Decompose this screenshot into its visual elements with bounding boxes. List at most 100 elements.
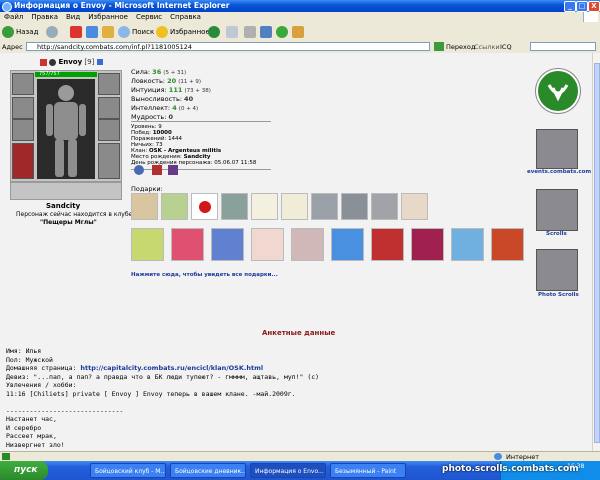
vertical-scrollbar[interactable] bbox=[592, 53, 600, 451]
gift-item[interactable] bbox=[311, 193, 338, 220]
badge-icon[interactable] bbox=[134, 165, 144, 175]
weapon-slot[interactable] bbox=[12, 119, 34, 141]
info-panel: Уровень: 9 Побед: 10000 Поражений: 1444 … bbox=[131, 124, 291, 166]
gloves-slot[interactable] bbox=[98, 73, 120, 95]
mail-button[interactable] bbox=[226, 25, 240, 39]
gift-item[interactable] bbox=[341, 193, 368, 220]
gift-item[interactable] bbox=[221, 193, 248, 220]
avatar-silhouette-icon bbox=[46, 85, 86, 177]
toolbar-search-input[interactable] bbox=[530, 42, 596, 51]
scroll-thumb[interactable] bbox=[594, 63, 600, 443]
gift-item[interactable] bbox=[131, 193, 158, 220]
gift-item[interactable] bbox=[131, 228, 164, 261]
menu-tools[interactable]: Сервис bbox=[132, 12, 166, 21]
media-button[interactable] bbox=[208, 25, 222, 39]
zone-label: Интернет bbox=[506, 453, 540, 461]
go-button[interactable]: Переход bbox=[446, 43, 475, 51]
home-button[interactable] bbox=[102, 25, 116, 39]
gift-item[interactable] bbox=[371, 193, 398, 220]
star-icon bbox=[156, 26, 168, 38]
menu-view[interactable]: Вид bbox=[62, 12, 84, 21]
gift-item[interactable] bbox=[171, 228, 204, 261]
avatar-figure bbox=[37, 79, 95, 179]
gift-item[interactable] bbox=[251, 193, 278, 220]
gift-item[interactable] bbox=[411, 228, 444, 261]
maximize-button[interactable]: □ bbox=[576, 1, 588, 12]
gift-item[interactable] bbox=[191, 193, 218, 220]
task-button[interactable]: Бойцовский клуб - М... bbox=[90, 463, 166, 478]
scrolls-link[interactable]: Scrolls bbox=[546, 231, 567, 237]
ring-slot[interactable] bbox=[98, 97, 120, 119]
minimize-button[interactable]: _ bbox=[564, 1, 576, 12]
close-button[interactable]: X bbox=[588, 1, 600, 12]
ie-icon bbox=[2, 2, 12, 12]
gift-item[interactable] bbox=[291, 228, 324, 261]
gift-item[interactable] bbox=[251, 228, 284, 261]
events-logo-icon[interactable] bbox=[536, 69, 580, 113]
all-gifts-link[interactable]: Нажмите сюда, чтобы увидеть все подарки.… bbox=[131, 272, 278, 278]
character-level: [9] bbox=[84, 58, 95, 66]
print-button[interactable] bbox=[244, 25, 258, 39]
media-icon bbox=[208, 26, 220, 38]
gift-item[interactable] bbox=[451, 228, 484, 261]
belt-slots[interactable] bbox=[10, 182, 122, 200]
badge-icon[interactable] bbox=[168, 165, 178, 175]
location-text: Персонаж сейчас находится в клубе. bbox=[16, 211, 135, 218]
stats-panel: Сила: 36 (5 + 31) Ловкость: 20 (11 + 9) … bbox=[131, 68, 281, 122]
menu-help[interactable]: Справка bbox=[166, 12, 205, 21]
start-button[interactable]: пуск bbox=[0, 461, 48, 480]
forward-button[interactable] bbox=[46, 25, 60, 39]
helmet-slot[interactable] bbox=[12, 73, 34, 95]
info-icon[interactable] bbox=[96, 59, 103, 65]
gift-item[interactable] bbox=[281, 193, 308, 220]
window-titlebar[interactable]: Информация о Envoy - Microsoft Internet … bbox=[0, 0, 600, 12]
menu-favorites[interactable]: Избранное bbox=[84, 12, 132, 21]
menu-file[interactable]: Файл bbox=[0, 12, 27, 21]
profile-section: Имя: Илья Пол: Мужской Домашняя страница… bbox=[6, 347, 586, 450]
scrolls-icon[interactable] bbox=[536, 189, 578, 231]
back-button[interactable]: Назад bbox=[2, 25, 38, 39]
gift-item[interactable] bbox=[371, 228, 404, 261]
watermark: photo.scrolls.combats.com bbox=[442, 464, 579, 474]
edit-button[interactable] bbox=[260, 25, 274, 39]
character-doll: 757/757 bbox=[10, 70, 122, 182]
search-button[interactable]: Поиск bbox=[118, 25, 154, 39]
print-icon bbox=[244, 26, 256, 38]
boots-slot[interactable] bbox=[98, 143, 120, 179]
refresh-button[interactable] bbox=[86, 25, 100, 39]
gift-item[interactable] bbox=[211, 228, 244, 261]
scrolls-banner-icon[interactable] bbox=[536, 129, 578, 169]
task-button[interactable]: Бойцовские дневник... bbox=[170, 463, 246, 478]
research-button[interactable] bbox=[292, 25, 306, 39]
stop-button[interactable] bbox=[70, 25, 84, 39]
gift-item[interactable] bbox=[491, 228, 524, 261]
links-label[interactable]: Ссылки bbox=[474, 43, 500, 51]
go-icon bbox=[434, 42, 444, 51]
task-button[interactable]: Безымянный - Paint bbox=[330, 463, 406, 478]
hp-value: 757/757 bbox=[39, 71, 60, 77]
internet-zone-icon bbox=[494, 453, 502, 460]
poem-line: Рассеет мрак, bbox=[6, 432, 57, 441]
armor-slot[interactable] bbox=[12, 143, 34, 179]
task-button[interactable]: Информация о Envo... bbox=[250, 463, 326, 478]
homepage-link[interactable]: http://capitalcity.combats.ru/encicl/kla… bbox=[80, 364, 263, 372]
icq-button[interactable]: ICQ bbox=[500, 43, 512, 51]
photo-scrolls-link[interactable]: Photo Scrolls bbox=[538, 292, 579, 298]
events-link[interactable]: events.combats.com bbox=[527, 169, 591, 175]
gift-item[interactable] bbox=[331, 228, 364, 261]
gift-item[interactable] bbox=[161, 193, 188, 220]
stop-icon bbox=[70, 26, 82, 38]
search-icon bbox=[118, 26, 130, 38]
favorites-button[interactable]: Избранное bbox=[156, 25, 210, 39]
gifts-label: Подарки: bbox=[131, 185, 163, 193]
shield-slot[interactable] bbox=[98, 119, 120, 141]
address-input[interactable]: http://sandcity.combats.com/inf.pl?11810… bbox=[26, 42, 430, 51]
menu-edit[interactable]: Правка bbox=[27, 12, 62, 21]
back-arrow-icon bbox=[2, 26, 14, 38]
clan-icon bbox=[49, 58, 57, 66]
messenger-button[interactable] bbox=[276, 25, 290, 39]
photo-scrolls-icon[interactable] bbox=[536, 249, 578, 291]
badge-icon[interactable] bbox=[152, 165, 162, 175]
gift-item[interactable] bbox=[401, 193, 428, 220]
earring-slot[interactable] bbox=[12, 97, 34, 119]
